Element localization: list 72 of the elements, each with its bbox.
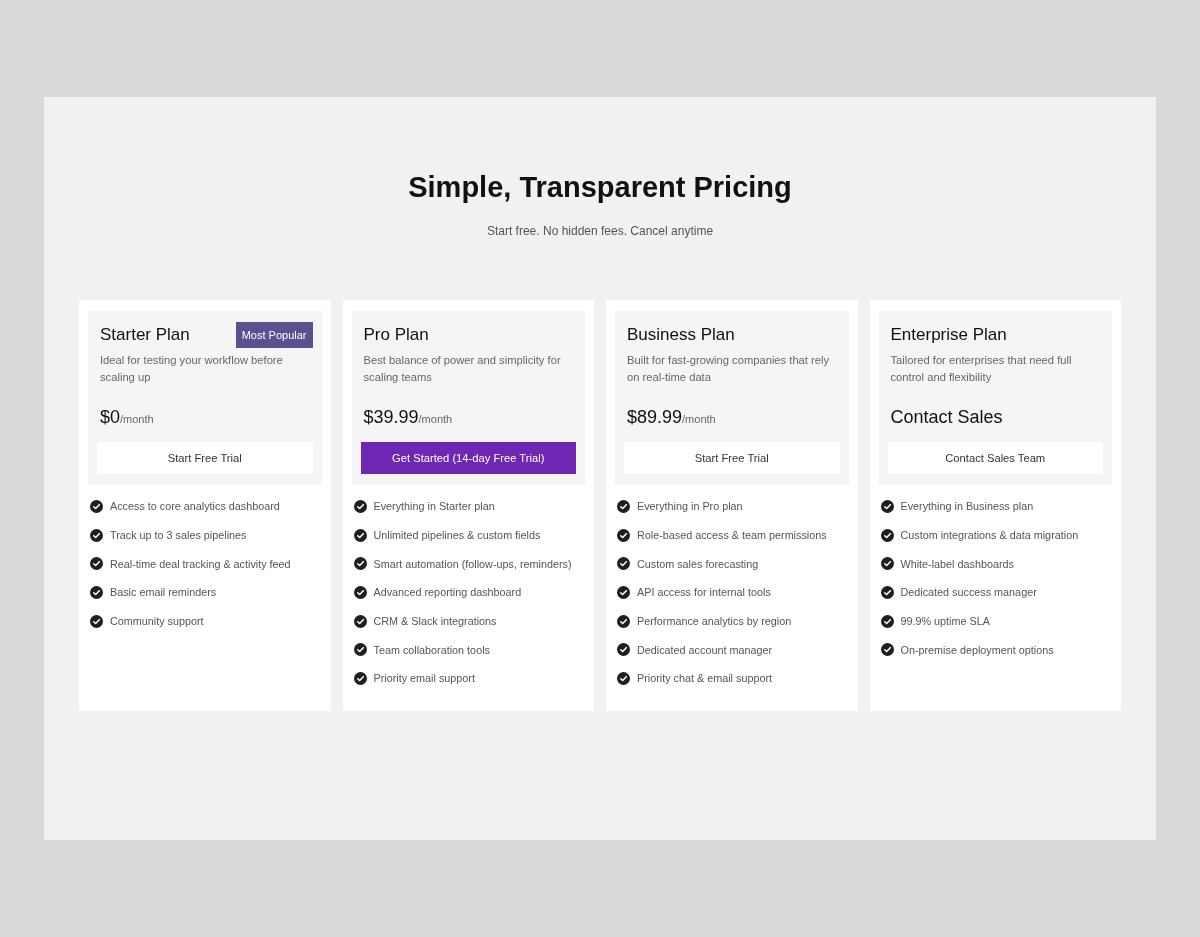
feature-text: Access to core analytics dashboard: [110, 500, 280, 513]
page-subtitle: Start free. No hidden fees. Cancel anytime: [486, 223, 714, 239]
check-circle-icon: [880, 557, 894, 571]
check-circle-icon: [880, 499, 894, 513]
check-circle-icon: [617, 585, 630, 599]
feature-text: Basic email reminders: [110, 586, 217, 599]
check-circle-icon: [90, 557, 103, 571]
feature-text: Dedicated success manager: [900, 586, 1037, 599]
check-circle-icon: [90, 499, 103, 513]
check-circle-icon: [353, 585, 367, 599]
check-circle-icon: [617, 614, 630, 628]
feature-text: Custom integrations & data migration: [900, 529, 1079, 542]
feature-text: API access for internal tools: [637, 586, 771, 599]
check-circle-icon: [617, 643, 630, 657]
check-circle-icon: [90, 585, 103, 599]
feature-text: Smart automation (follow-ups, reminders): [373, 557, 572, 570]
check-circle-icon: [617, 499, 630, 513]
check-circle-icon: [880, 528, 894, 542]
plan-description: Tailored for enterprises that need full control and flexibility: [890, 353, 1073, 385]
plan-price: $39.99: [363, 406, 419, 429]
feature-text: Community support: [110, 615, 204, 628]
feature-text: Priority chat & email support: [637, 672, 772, 685]
plan-button[interactable]: Get Started (14-day Free Trial): [360, 442, 576, 474]
price-period: /month: [418, 413, 453, 427]
feature-text: Performance analytics by region: [637, 615, 792, 628]
plan-price: $89.99: [627, 406, 683, 429]
plan-name: Pro Plan: [363, 324, 429, 346]
feature-text: Team collaboration tools: [373, 643, 490, 656]
feature-text: Dedicated account manager: [637, 643, 773, 656]
check-circle-icon: [90, 528, 103, 542]
feature-text: CRM & Slack integrations: [373, 615, 497, 628]
check-circle-icon: [880, 614, 894, 628]
feature-text: Unlimited pipelines & custom fields: [373, 529, 541, 542]
check-circle-icon: [353, 614, 367, 628]
check-circle-icon: [353, 643, 367, 657]
plan-price: $0: [100, 406, 121, 429]
plan-price: Contact Sales: [890, 406, 1003, 429]
feature-text: White-label dashboards: [900, 557, 1014, 570]
plan-description: Best balance of power and simplicity for scaling teams: [363, 353, 562, 385]
price-period: /month: [120, 413, 154, 427]
check-circle-icon: [353, 671, 367, 685]
feature-text: 99.9% uptime SLA: [900, 615, 990, 628]
check-circle-icon: [880, 585, 894, 599]
plan-name: Enterprise Plan: [890, 324, 1007, 346]
check-circle-icon: [617, 557, 630, 571]
check-circle-icon: [353, 528, 367, 542]
feature-text: Everything in Business plan: [900, 500, 1034, 513]
plan-name: Business Plan: [627, 324, 735, 346]
feature-text: On-premise deployment options: [900, 643, 1054, 656]
popular-badge: Most Popular: [235, 322, 313, 348]
price-period: /month: [682, 413, 716, 427]
plan-description: Built for fast-growing companies that rely on real-time data: [627, 353, 831, 385]
feature-text: Advanced reporting dashboard: [373, 586, 522, 599]
feature-text: Role-based access & team permissions: [637, 529, 827, 542]
plan-button[interactable]: Contact Sales Team: [887, 442, 1103, 474]
plan-name: Starter Plan: [100, 324, 190, 346]
feature-text: Custom sales forecasting: [637, 557, 759, 570]
page-title: Simple, Transparent Pricing: [408, 170, 792, 205]
check-circle-icon: [353, 557, 367, 571]
check-circle-icon: [617, 671, 630, 685]
plan-button[interactable]: Start Free Trial: [624, 442, 840, 474]
feature-text: Everything in Starter plan: [373, 500, 495, 513]
feature-text: Everything in Pro plan: [637, 500, 743, 513]
check-circle-icon: [880, 643, 894, 657]
plan-description: Ideal for testing your workflow before scaling up: [100, 353, 284, 385]
check-circle-icon: [617, 528, 630, 542]
plan-button[interactable]: Start Free Trial: [97, 442, 313, 474]
feature-text: Track up to 3 sales pipelines: [110, 529, 247, 542]
feature-text: Priority email support: [373, 672, 475, 685]
check-circle-icon: [353, 499, 367, 513]
feature-text: Real-time deal tracking & activity feed: [110, 557, 291, 570]
check-circle-icon: [90, 614, 103, 628]
